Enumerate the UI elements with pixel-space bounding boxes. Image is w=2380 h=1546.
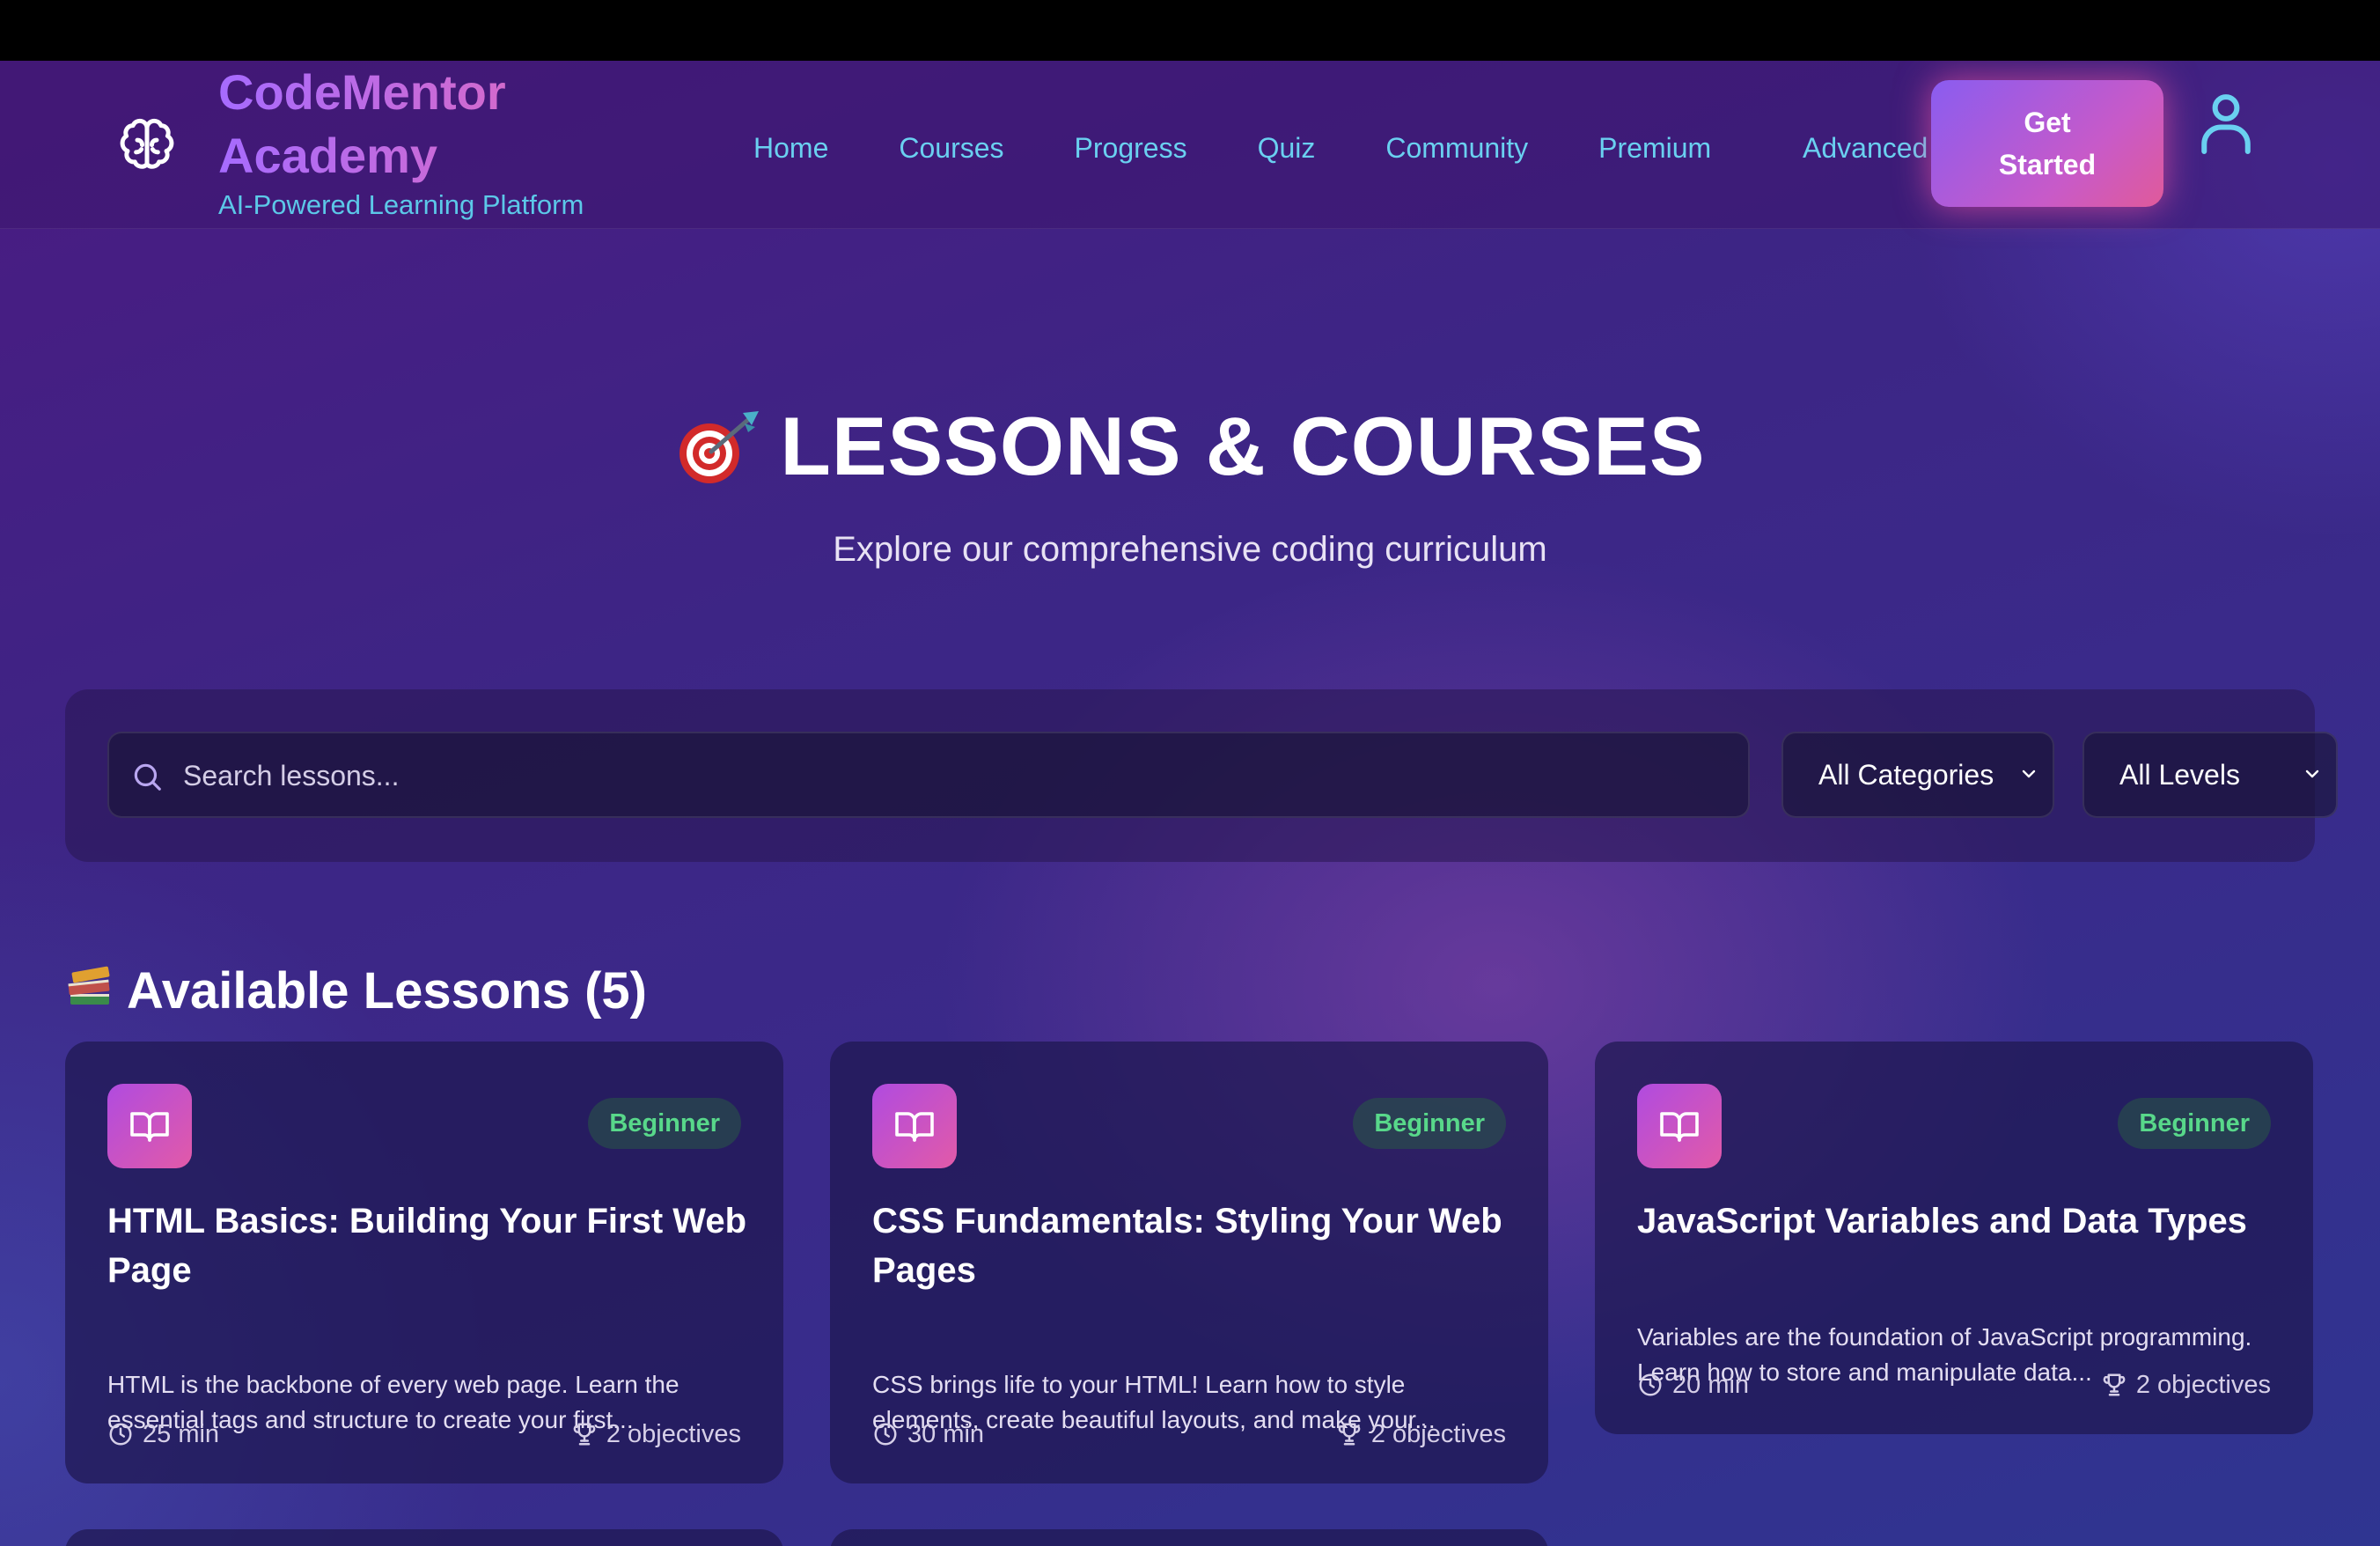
level-badge: Beginner bbox=[1353, 1098, 1506, 1149]
level-badge: Beginner bbox=[588, 1098, 741, 1149]
lesson-objectives-text: 2 objectives bbox=[606, 1420, 741, 1448]
lesson-objectives-text: 2 objectives bbox=[1370, 1420, 1506, 1448]
lesson-duration-text: 20 min bbox=[1672, 1371, 1750, 1399]
nav-overflow-clip: Advanced bbox=[1803, 126, 1931, 170]
lesson-objectives: 2 objectives bbox=[571, 1417, 741, 1452]
level-select[interactable]: All Levels bbox=[2082, 732, 2338, 818]
nav-community[interactable]: Community bbox=[1385, 126, 1528, 170]
lesson-meta: 20 min 2 objectives bbox=[1637, 1367, 2271, 1402]
nav-home[interactable]: Home bbox=[753, 126, 828, 170]
trophy-icon bbox=[1338, 1423, 1361, 1446]
search-icon bbox=[134, 763, 161, 791]
nav-progress[interactable]: Progress bbox=[1075, 126, 1187, 170]
chevron-down-icon bbox=[2305, 769, 2319, 778]
lesson-card[interactable]: Beginner CSS Fundamentals: Styling Your … bbox=[830, 1042, 1548, 1483]
nav-advanced[interactable]: Advanced bbox=[1803, 126, 1931, 170]
lesson-card-partial[interactable] bbox=[830, 1529, 1548, 1546]
page-title-text: LESSONS & COURSES bbox=[780, 400, 1706, 492]
category-select[interactable]: All Categories bbox=[1781, 732, 2054, 818]
lesson-duration: 25 min bbox=[107, 1417, 219, 1452]
section-title: Available Lessons (5) bbox=[65, 952, 647, 1031]
lesson-objectives-text: 2 objectives bbox=[2135, 1371, 2271, 1399]
page-subtitle: Explore our comprehensive coding curricu… bbox=[833, 530, 1547, 569]
target-dart-icon bbox=[679, 411, 760, 483]
user-icon[interactable] bbox=[2197, 87, 2255, 158]
lesson-duration: 30 min bbox=[872, 1417, 984, 1452]
nav-quiz[interactable]: Quiz bbox=[1258, 126, 1316, 170]
search-input[interactable] bbox=[181, 733, 1681, 818]
clock-icon bbox=[874, 1423, 897, 1446]
lesson-title[interactable]: HTML Basics: Building Your First Web Pag… bbox=[107, 1196, 750, 1295]
lesson-title[interactable]: CSS Fundamentals: Styling Your Web Pages bbox=[872, 1196, 1515, 1295]
section-title-text: Available Lessons (5) bbox=[127, 962, 647, 1020]
lesson-objectives: 2 objectives bbox=[2101, 1367, 2271, 1402]
clock-icon bbox=[109, 1423, 132, 1446]
site-header: CodeMentor Academy AI-Powered Learning P… bbox=[0, 61, 2380, 229]
book-icon bbox=[107, 1084, 192, 1168]
search-box[interactable] bbox=[107, 732, 1750, 818]
brand-title[interactable]: CodeMentor Academy bbox=[218, 61, 623, 188]
lesson-duration-text: 30 min bbox=[907, 1420, 985, 1448]
get-started-button[interactable]: Get Started bbox=[1931, 80, 2163, 207]
page-title: LESSONS & COURSES bbox=[0, 394, 2380, 499]
lesson-meta: 30 min 2 objectives bbox=[872, 1417, 1506, 1452]
lesson-duration-text: 25 min bbox=[143, 1420, 220, 1448]
lesson-meta: 25 min 2 objectives bbox=[107, 1417, 741, 1452]
nav-courses[interactable]: Courses bbox=[899, 126, 1003, 170]
clock-icon bbox=[1639, 1373, 1662, 1396]
lesson-card-partial[interactable] bbox=[65, 1529, 783, 1546]
trophy-icon bbox=[573, 1423, 596, 1446]
nav-premium[interactable]: Premium bbox=[1598, 126, 1711, 170]
book-icon bbox=[872, 1084, 957, 1168]
trophy-icon bbox=[2103, 1373, 2126, 1396]
lesson-card[interactable]: Beginner JavaScript Variables and Data T… bbox=[1595, 1042, 2313, 1434]
book-icon bbox=[1637, 1084, 1722, 1168]
books-icon bbox=[68, 966, 110, 1005]
filter-panel: All Categories All Levels bbox=[65, 689, 2338, 862]
brain-icon[interactable] bbox=[118, 117, 176, 175]
category-select-value: All Categories bbox=[1818, 759, 1994, 791]
get-started-label: Get Started bbox=[1998, 107, 2097, 180]
level-badge: Beginner bbox=[2118, 1098, 2271, 1149]
lesson-title[interactable]: JavaScript Variables and Data Types bbox=[1637, 1196, 2280, 1246]
brand-subtitle: AI-Powered Learning Platform bbox=[218, 189, 584, 220]
page: CodeMentor Academy AI-Powered Learning P… bbox=[0, 61, 2380, 1546]
level-select-value: All Levels bbox=[2119, 759, 2240, 791]
window-top-bar bbox=[0, 0, 2380, 61]
main-nav: Home Courses Progress Quiz Community Pre… bbox=[753, 126, 1781, 170]
chevron-down-icon bbox=[2022, 769, 2036, 778]
lesson-duration: 20 min bbox=[1637, 1367, 1749, 1402]
lesson-card[interactable]: Beginner HTML Basics: Building Your Firs… bbox=[65, 1042, 783, 1483]
lesson-objectives: 2 objectives bbox=[1336, 1417, 1506, 1452]
